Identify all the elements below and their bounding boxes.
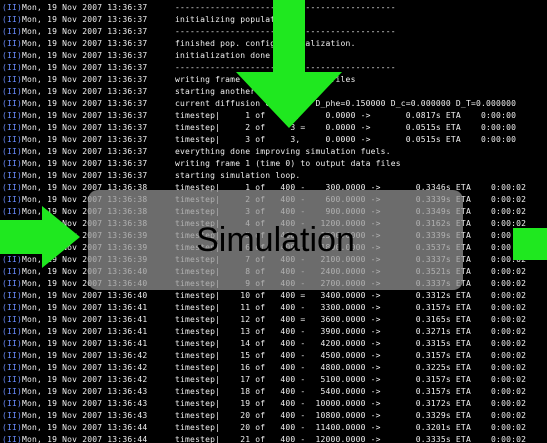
arrow-right-icon xyxy=(513,228,547,260)
simulation-overlay: Simulation xyxy=(88,190,463,290)
log-message: timestep| 21 of 400 - 12000.0000 -> 0.33… xyxy=(175,435,527,443)
log-line: (II) Mon, 19 Nov 2007 13:36:44 timestep| 2… xyxy=(0,433,547,443)
arrow-down-icon xyxy=(236,0,342,128)
log-timestamp: Mon, 19 Nov 2007 13:36:44 xyxy=(22,435,148,443)
arrow-right-icon xyxy=(0,206,80,268)
log-level: (II) xyxy=(2,435,23,443)
simulation-label: Simulation xyxy=(196,220,355,259)
